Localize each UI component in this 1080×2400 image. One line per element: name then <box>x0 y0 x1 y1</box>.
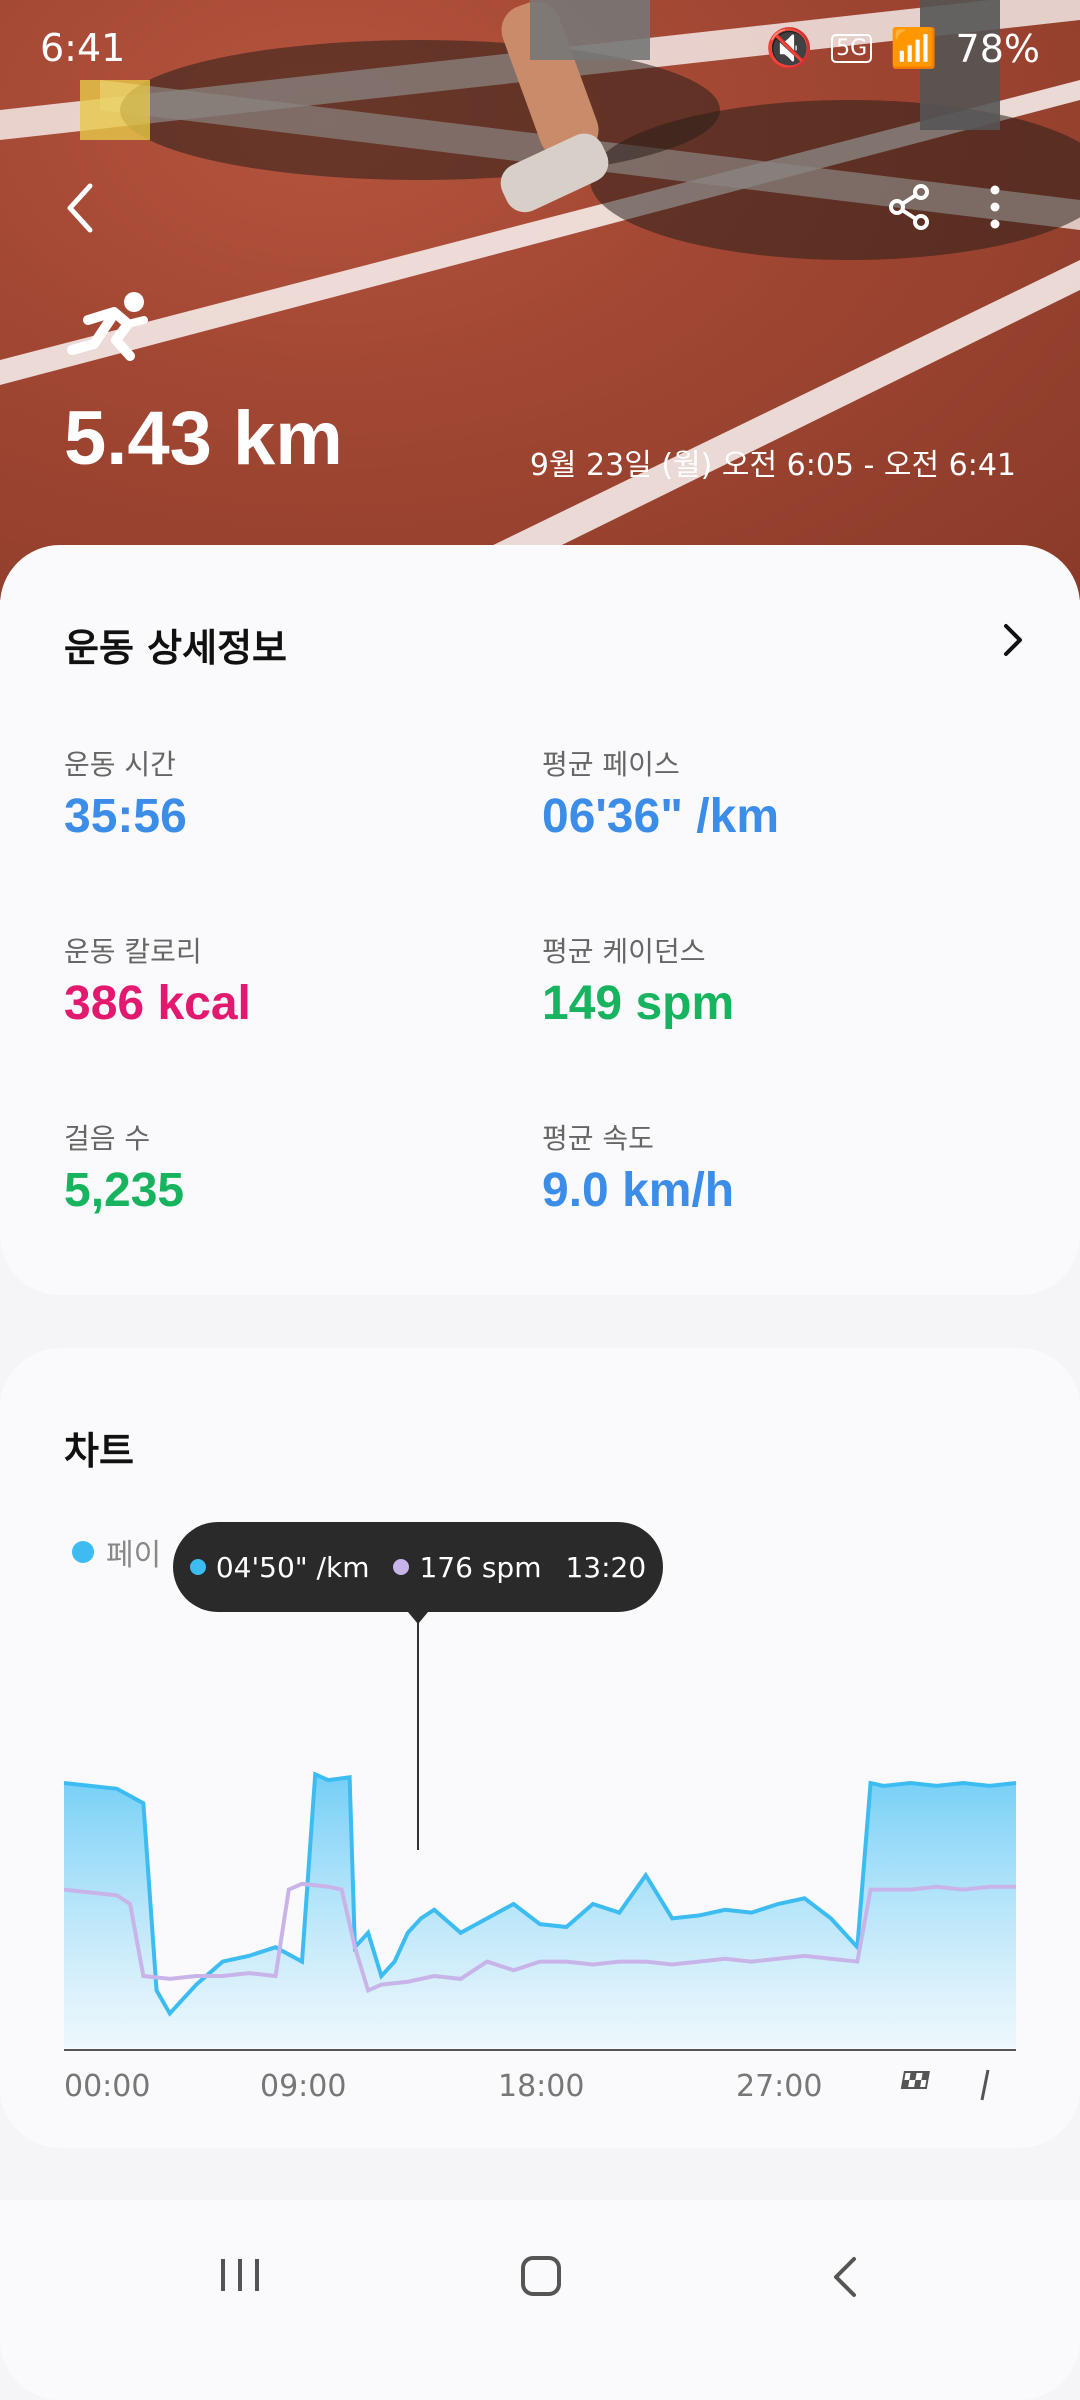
metric-duration: 운동 시간 35:56 <box>64 743 544 844</box>
metric-value: 5,235 <box>64 1164 185 1217</box>
chart-legend[interactable]: 페이 <box>72 1530 161 1574</box>
status-bar: 6:41 🔇 5G 📶 78% <box>0 20 1080 80</box>
x-tick-label: 18:00 <box>498 2069 584 2104</box>
x-tick-label: 27:00 <box>736 2069 822 2104</box>
legend-pace-dot <box>72 1541 94 1563</box>
metric-label: 평균 케이던스 <box>542 935 706 968</box>
metric-steps: 걸음 수 5,235 <box>64 1117 544 1218</box>
workout-date-range: 9월 23일 (월) 오전 6:05 - 오전 6:41 <box>529 448 1016 483</box>
tooltip-pace-dot <box>189 1559 206 1575</box>
metric-cadence: 평균 케이던스 149 spm <box>542 930 1022 1031</box>
network-label: 5G <box>831 34 873 63</box>
tooltip-cadence: 176 spm <box>419 1550 542 1584</box>
chart-tooltip: 04'50" /km 176 spm 13:20 <box>173 1522 663 1612</box>
tooltip-time: 13:20 <box>565 1550 647 1584</box>
metric-label: 평균 페이스 <box>542 748 680 781</box>
metric-value: 35:56 <box>64 790 187 843</box>
distance-value: 5.43 km <box>64 396 343 481</box>
back-button[interactable] <box>60 178 100 238</box>
mute-icon: 🔇 <box>765 26 814 70</box>
finish-flag-icon <box>900 2069 990 2101</box>
tooltip-pointer <box>408 1612 428 1624</box>
system-nav-bar <box>0 2200 1080 2340</box>
legend-pace-label: 페이 <box>106 1538 162 1573</box>
tooltip-pace: 04'50" /km <box>215 1550 370 1584</box>
metric-calories: 운동 칼로리 386 kcal <box>64 930 544 1031</box>
back-nav-button[interactable] <box>830 2255 860 2299</box>
metric-label: 운동 시간 <box>64 748 176 781</box>
metric-avg-pace: 평균 페이스 06'36" /km <box>542 743 1022 844</box>
more-options-icon[interactable] <box>980 182 1010 232</box>
tooltip-cadence-dot <box>393 1559 410 1575</box>
metric-value: 149 spm <box>542 977 735 1030</box>
metric-label: 운동 칼로리 <box>64 935 202 968</box>
metric-label: 걸음 수 <box>64 1122 151 1155</box>
share-icon[interactable] <box>885 182 935 232</box>
x-tick-label: 09:00 <box>260 2069 346 2104</box>
pace-cadence-chart[interactable]: 00:00 09:00 18:00 27:00 <box>0 1600 1080 2120</box>
details-title: 운동 상세정보 <box>64 626 287 670</box>
metric-value: 9.0 km/h <box>542 1164 735 1217</box>
x-tick-label: 00:00 <box>64 2069 150 2104</box>
track-background <box>0 0 1080 600</box>
metric-label: 평균 속도 <box>542 1122 654 1155</box>
metric-value: 386 kcal <box>64 977 251 1030</box>
chart-title: 차트 <box>64 1429 134 1473</box>
metric-avg-speed: 평균 속도 9.0 km/h <box>542 1117 1022 1218</box>
metric-value: 06'36" /km <box>542 790 780 843</box>
recent-apps-button[interactable] <box>215 2255 265 2295</box>
status-time: 6:41 <box>40 26 126 70</box>
hero-banner: 6:41 🔇 5G 📶 78% 5.43 km 9월 23일 (월) 오전 6:… <box>0 0 1080 600</box>
pace-area <box>64 1774 1016 2048</box>
home-button[interactable] <box>520 2255 562 2297</box>
chevron-right-icon[interactable] <box>998 620 1028 660</box>
battery-level: 78% <box>955 26 1040 71</box>
signal-icon: 📶 <box>890 26 938 70</box>
running-icon <box>67 292 148 361</box>
workout-details-card[interactable]: 운동 상세정보 운동 시간 35:56 평균 페이스 06'36" /km 운동… <box>0 545 1080 1295</box>
